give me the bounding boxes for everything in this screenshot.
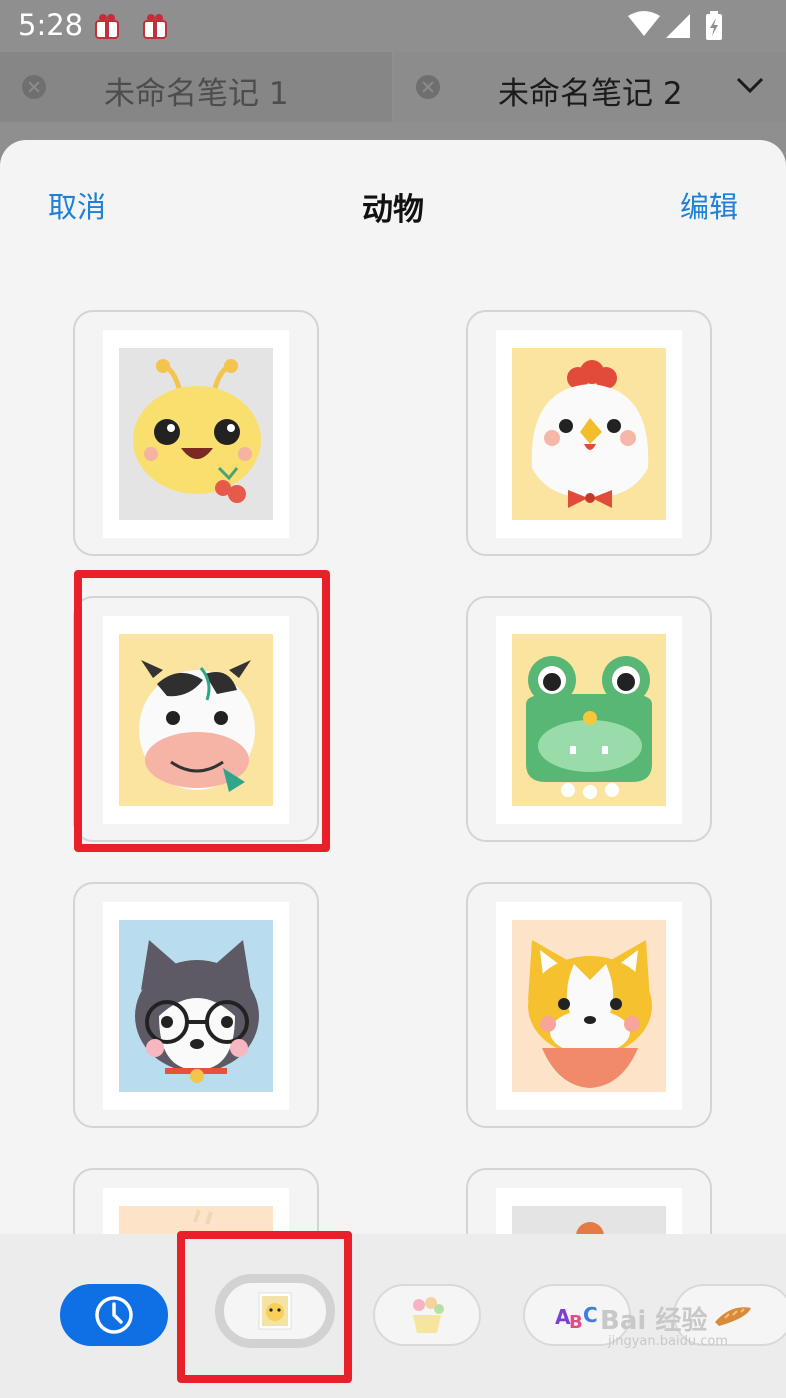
svg-text:B: B bbox=[569, 1312, 583, 1332]
chick-thumbnail-icon bbox=[258, 1292, 292, 1330]
watermark: Bai 经验 jingyan.baidu.com bbox=[600, 1300, 728, 1349]
sticker-cow[interactable] bbox=[73, 596, 319, 842]
signal-icon bbox=[666, 14, 690, 38]
sticker-sheet: 取消 动物 编辑 bbox=[0, 140, 786, 1398]
sticker-frame bbox=[496, 330, 682, 538]
wifi-icon bbox=[628, 11, 660, 36]
gift-notification-icon bbox=[95, 14, 119, 39]
tab-note-2[interactable]: 未命名笔记 2 bbox=[394, 52, 786, 122]
sticker-frame bbox=[103, 616, 289, 824]
husky-sticker-icon bbox=[119, 920, 273, 1092]
flower-pot-icon bbox=[413, 1297, 444, 1333]
close-tab-icon[interactable] bbox=[22, 75, 46, 99]
status-time: 5:28 bbox=[18, 8, 84, 42]
chevron-down-icon[interactable] bbox=[736, 76, 764, 94]
watermark-text: Bai 经验 bbox=[600, 1306, 708, 1336]
frog-sticker-icon bbox=[512, 634, 666, 806]
sticker-caterpillar[interactable] bbox=[73, 310, 319, 556]
sticker-corgi[interactable] bbox=[466, 882, 712, 1128]
status-icons bbox=[628, 11, 722, 40]
cow-sticker-icon bbox=[119, 634, 273, 806]
caterpillar-sticker-icon bbox=[119, 348, 273, 520]
close-tab-icon[interactable] bbox=[416, 75, 440, 99]
sheet-header: 取消 动物 编辑 bbox=[0, 140, 786, 260]
clock-icon bbox=[95, 1296, 133, 1334]
gift-notification-icon bbox=[143, 14, 167, 39]
edit-button[interactable]: 编辑 bbox=[680, 184, 738, 226]
watermark-subtext: jingyan.baidu.com bbox=[608, 1334, 728, 1349]
battery-charging-icon bbox=[706, 11, 722, 40]
tab-title: 未命名笔记 1 bbox=[104, 76, 289, 112]
category-animals-button[interactable] bbox=[215, 1274, 335, 1348]
sticker-husky[interactable] bbox=[73, 882, 319, 1128]
status-bar: 5:28 bbox=[0, 0, 786, 52]
note-tabs: 未命名笔记 1 未命名笔记 2 bbox=[0, 52, 786, 122]
sticker-frame bbox=[496, 616, 682, 824]
sticker-frame bbox=[103, 902, 289, 1110]
svg-text:C: C bbox=[583, 1303, 598, 1327]
bread-icon bbox=[715, 1307, 751, 1326]
corgi-sticker-icon bbox=[512, 920, 666, 1092]
chicken-sticker-icon bbox=[512, 348, 666, 520]
abc-icon: A B C bbox=[555, 1303, 598, 1332]
tab-title: 未命名笔记 2 bbox=[498, 76, 683, 112]
sheet-title: 动物 bbox=[362, 192, 424, 228]
sticker-frame bbox=[103, 330, 289, 538]
sticker-frog[interactable] bbox=[466, 596, 712, 842]
sticker-chicken[interactable] bbox=[466, 310, 712, 556]
sticker-frame bbox=[496, 902, 682, 1110]
tab-note-1[interactable]: 未命名笔记 1 bbox=[0, 52, 392, 122]
category-flowers-button[interactable] bbox=[373, 1284, 481, 1346]
category-recent-button[interactable] bbox=[60, 1284, 168, 1346]
category-bar: A B C Bai 经验 jingyan.baidu.com bbox=[0, 1231, 786, 1398]
